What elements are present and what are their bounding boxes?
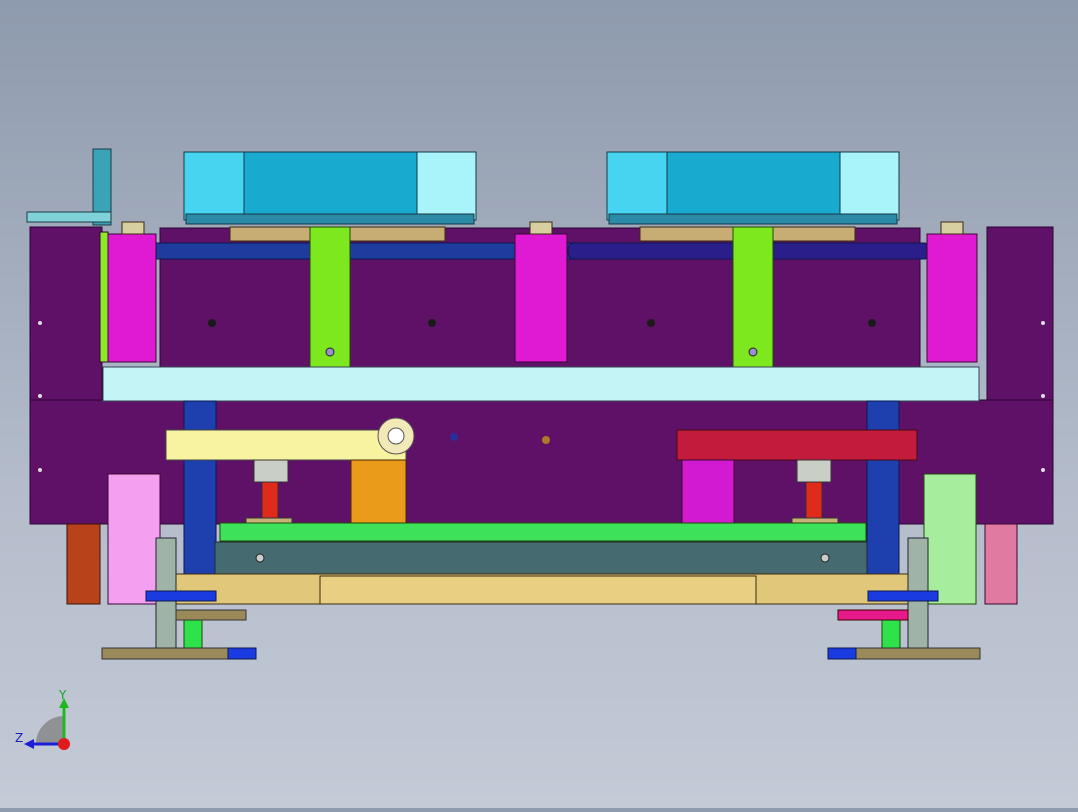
z-axis-label: Z — [15, 731, 24, 745]
cad-viewport[interactable]: Y Z — [0, 0, 1078, 808]
left-angle-bracket — [26, 148, 112, 226]
green-base-strip — [219, 522, 867, 542]
y-axis-label: Y — [59, 688, 67, 702]
pale-cyan-cross-plate — [102, 366, 980, 402]
machine-assembly-drawing — [26, 148, 1054, 660]
teal-slide-bar — [214, 541, 868, 575]
top-cyan-block-left — [183, 151, 477, 225]
top-cyan-block-right — [606, 151, 900, 225]
